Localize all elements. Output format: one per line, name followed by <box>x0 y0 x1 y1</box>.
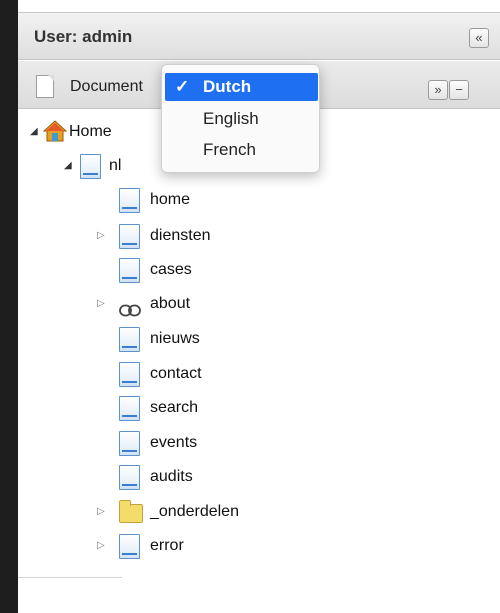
tree-item[interactable]: ▷ diensten <box>97 221 347 251</box>
expand-toggle-icon[interactable]: ▷ <box>97 221 109 251</box>
expand-toggle-icon[interactable]: ▷ <box>97 289 109 319</box>
tree-item-label: home <box>150 191 191 208</box>
expand-toggle-icon[interactable]: ▷ <box>97 531 109 561</box>
document-icon <box>80 154 101 179</box>
collapse-toggle-icon[interactable]: ◢ <box>64 151 76 181</box>
document-icon <box>119 362 140 387</box>
tree-item[interactable]: nieuws <box>97 324 347 354</box>
expand-all-button[interactable]: » <box>428 80 448 100</box>
tree-item[interactable]: cases <box>97 255 347 285</box>
tree-item-label: audits <box>150 468 193 485</box>
expand-toggle-icon[interactable] <box>97 324 109 354</box>
tree-item[interactable]: audits <box>97 462 347 492</box>
tree-item-label: _onderdelen <box>150 503 239 520</box>
document-icon <box>119 431 140 456</box>
document-icon <box>119 188 140 213</box>
tree-item-label: error <box>150 537 184 554</box>
expand-toggle-icon[interactable] <box>97 393 109 423</box>
document-type-label[interactable]: Document <box>70 78 143 96</box>
collapse-panel-button[interactable]: « <box>469 28 489 48</box>
document-icon <box>119 258 140 283</box>
tree-item[interactable]: home <box>97 185 347 215</box>
tree-item[interactable]: events <box>97 428 347 458</box>
tree-item-label: cases <box>150 261 192 278</box>
tree-item[interactable]: ▷ about <box>97 289 347 319</box>
divider <box>18 577 122 578</box>
tree-item-label: nieuws <box>150 330 200 347</box>
option-label: French <box>203 140 256 159</box>
document-icon <box>119 327 140 352</box>
tree-item[interactable]: ▷ _onderdelen <box>97 497 347 527</box>
tree-item-label: contact <box>150 365 202 382</box>
tree-item-label: events <box>150 434 198 451</box>
expand-toggle-icon[interactable] <box>97 359 109 389</box>
panel-header: User: admin « <box>18 13 500 60</box>
collapse-all-button[interactable]: − <box>449 80 469 100</box>
checkmark-icon: ✓ <box>175 77 190 96</box>
expand-toggle-icon[interactable] <box>97 185 109 215</box>
tree-item-label: diensten <box>150 227 211 244</box>
panel-title: User: admin <box>34 27 133 46</box>
language-option-english[interactable]: English <box>165 105 318 133</box>
document-icon <box>119 534 140 559</box>
link-icon <box>119 298 141 317</box>
option-label: English <box>203 109 259 128</box>
language-option-dutch[interactable]: ✓ Dutch <box>165 73 318 101</box>
tree-item[interactable]: ▷ error <box>97 531 347 561</box>
collapse-toggle-icon[interactable]: ◢ <box>30 117 42 147</box>
language-dropdown-menu: ✓ Dutch English French <box>161 64 320 173</box>
document-icon <box>36 75 54 98</box>
tree-item-label: Home <box>69 123 112 140</box>
tree-item-label: search <box>150 399 199 416</box>
left-window-edge <box>0 0 18 613</box>
folder-icon <box>119 500 143 523</box>
option-label: Dutch <box>203 77 252 96</box>
expand-toggle-icon[interactable] <box>97 428 109 458</box>
house-icon <box>42 119 68 143</box>
tree-item[interactable]: contact <box>97 359 347 389</box>
document-icon <box>119 465 140 490</box>
tree-item-label: nl <box>109 157 122 174</box>
expand-toggle-icon[interactable] <box>97 462 109 492</box>
tree-item-label: about <box>150 295 191 312</box>
expand-toggle-icon[interactable] <box>97 255 109 285</box>
document-icon <box>119 224 140 249</box>
expand-toggle-icon[interactable]: ▷ <box>97 497 109 527</box>
language-option-french[interactable]: French <box>165 136 318 164</box>
document-icon <box>119 396 140 421</box>
tree-item[interactable]: search <box>97 393 347 423</box>
